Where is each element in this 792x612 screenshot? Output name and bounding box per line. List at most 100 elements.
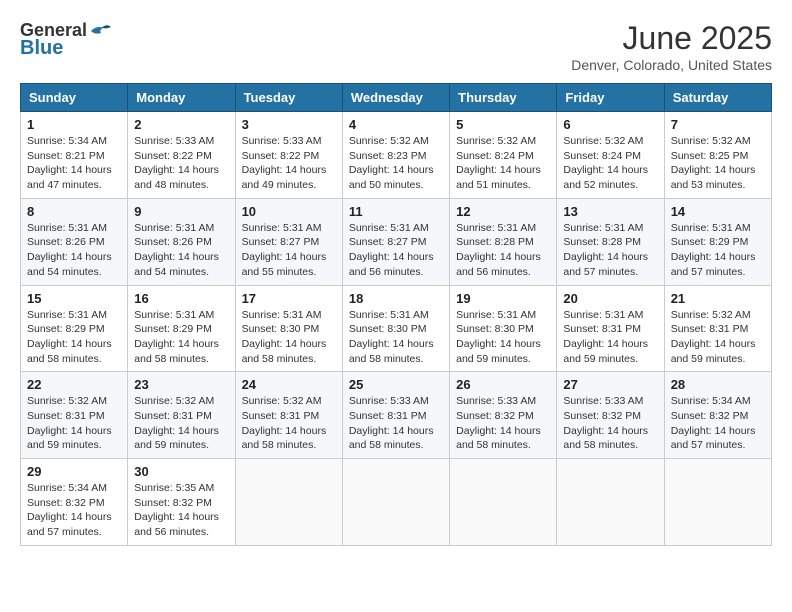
daylight-text: Daylight: 14 hours and 55 minutes. <box>242 251 327 278</box>
day-number: 21 <box>671 291 765 306</box>
calendar-day-cell: 17 Sunrise: 5:31 AM Sunset: 8:30 PM Dayl… <box>235 285 342 372</box>
calendar-week-row: 1 Sunrise: 5:34 AM Sunset: 8:21 PM Dayli… <box>21 112 772 199</box>
day-number: 2 <box>134 117 228 132</box>
calendar-day-cell: 28 Sunrise: 5:34 AM Sunset: 8:32 PM Dayl… <box>664 372 771 459</box>
daylight-text: Daylight: 14 hours and 52 minutes. <box>563 164 648 191</box>
calendar-day-cell: 12 Sunrise: 5:31 AM Sunset: 8:28 PM Dayl… <box>450 198 557 285</box>
sunset-text: Sunset: 8:29 PM <box>134 323 212 335</box>
title-block: June 2025 Denver, Colorado, United State… <box>571 20 772 73</box>
day-info: Sunrise: 5:33 AM Sunset: 8:32 PM Dayligh… <box>456 394 550 453</box>
sunset-text: Sunset: 8:31 PM <box>27 410 105 422</box>
day-number: 30 <box>134 464 228 479</box>
day-number: 14 <box>671 204 765 219</box>
sunset-text: Sunset: 8:27 PM <box>242 236 320 248</box>
day-number: 13 <box>563 204 657 219</box>
day-info: Sunrise: 5:31 AM Sunset: 8:28 PM Dayligh… <box>563 221 657 280</box>
sunrise-text: Sunrise: 5:35 AM <box>134 482 214 494</box>
daylight-text: Daylight: 14 hours and 58 minutes. <box>456 425 541 452</box>
sunrise-text: Sunrise: 5:31 AM <box>456 309 536 321</box>
sunset-text: Sunset: 8:25 PM <box>671 150 749 162</box>
day-number: 23 <box>134 377 228 392</box>
daylight-text: Daylight: 14 hours and 59 minutes. <box>671 338 756 365</box>
sunrise-text: Sunrise: 5:34 AM <box>671 395 751 407</box>
sunrise-text: Sunrise: 5:32 AM <box>27 395 107 407</box>
day-info: Sunrise: 5:32 AM Sunset: 8:31 PM Dayligh… <box>671 308 765 367</box>
calendar-day-cell: 10 Sunrise: 5:31 AM Sunset: 8:27 PM Dayl… <box>235 198 342 285</box>
calendar-day-cell: 30 Sunrise: 5:35 AM Sunset: 8:32 PM Dayl… <box>128 459 235 546</box>
calendar-day-cell: 26 Sunrise: 5:33 AM Sunset: 8:32 PM Dayl… <box>450 372 557 459</box>
calendar-day-cell: 7 Sunrise: 5:32 AM Sunset: 8:25 PM Dayli… <box>664 112 771 199</box>
daylight-text: Daylight: 14 hours and 51 minutes. <box>456 164 541 191</box>
day-number: 3 <box>242 117 336 132</box>
day-number: 11 <box>349 204 443 219</box>
day-number: 5 <box>456 117 550 132</box>
calendar-day-cell: 29 Sunrise: 5:34 AM Sunset: 8:32 PM Dayl… <box>21 459 128 546</box>
day-info: Sunrise: 5:33 AM Sunset: 8:32 PM Dayligh… <box>563 394 657 453</box>
day-info: Sunrise: 5:31 AM Sunset: 8:26 PM Dayligh… <box>134 221 228 280</box>
day-number: 9 <box>134 204 228 219</box>
sunset-text: Sunset: 8:32 PM <box>27 497 105 509</box>
calendar-week-row: 29 Sunrise: 5:34 AM Sunset: 8:32 PM Dayl… <box>21 459 772 546</box>
sunset-text: Sunset: 8:28 PM <box>456 236 534 248</box>
day-info: Sunrise: 5:34 AM Sunset: 8:32 PM Dayligh… <box>671 394 765 453</box>
calendar-day-cell: 27 Sunrise: 5:33 AM Sunset: 8:32 PM Dayl… <box>557 372 664 459</box>
sunset-text: Sunset: 8:30 PM <box>349 323 427 335</box>
day-number: 15 <box>27 291 121 306</box>
daylight-text: Daylight: 14 hours and 59 minutes. <box>456 338 541 365</box>
calendar-day-cell <box>557 459 664 546</box>
sunrise-text: Sunrise: 5:31 AM <box>349 222 429 234</box>
day-number: 16 <box>134 291 228 306</box>
daylight-text: Daylight: 14 hours and 57 minutes. <box>27 511 112 538</box>
sunrise-text: Sunrise: 5:34 AM <box>27 482 107 494</box>
day-info: Sunrise: 5:35 AM Sunset: 8:32 PM Dayligh… <box>134 481 228 540</box>
daylight-text: Daylight: 14 hours and 58 minutes. <box>242 425 327 452</box>
sunset-text: Sunset: 8:28 PM <box>563 236 641 248</box>
sunset-text: Sunset: 8:31 PM <box>349 410 427 422</box>
daylight-text: Daylight: 14 hours and 58 minutes. <box>349 425 434 452</box>
sunset-text: Sunset: 8:22 PM <box>134 150 212 162</box>
day-info: Sunrise: 5:34 AM Sunset: 8:21 PM Dayligh… <box>27 134 121 193</box>
calendar-day-cell: 15 Sunrise: 5:31 AM Sunset: 8:29 PM Dayl… <box>21 285 128 372</box>
day-info: Sunrise: 5:31 AM Sunset: 8:29 PM Dayligh… <box>27 308 121 367</box>
calendar-day-cell: 8 Sunrise: 5:31 AM Sunset: 8:26 PM Dayli… <box>21 198 128 285</box>
calendar-day-cell: 20 Sunrise: 5:31 AM Sunset: 8:31 PM Dayl… <box>557 285 664 372</box>
day-number: 20 <box>563 291 657 306</box>
day-info: Sunrise: 5:32 AM Sunset: 8:31 PM Dayligh… <box>27 394 121 453</box>
day-info: Sunrise: 5:31 AM Sunset: 8:27 PM Dayligh… <box>349 221 443 280</box>
calendar-day-cell: 9 Sunrise: 5:31 AM Sunset: 8:26 PM Dayli… <box>128 198 235 285</box>
sunrise-text: Sunrise: 5:34 AM <box>27 135 107 147</box>
sunset-text: Sunset: 8:30 PM <box>242 323 320 335</box>
calendar-day-cell: 19 Sunrise: 5:31 AM Sunset: 8:30 PM Dayl… <box>450 285 557 372</box>
daylight-text: Daylight: 14 hours and 59 minutes. <box>27 425 112 452</box>
sunset-text: Sunset: 8:22 PM <box>242 150 320 162</box>
daylight-text: Daylight: 14 hours and 58 minutes. <box>134 338 219 365</box>
location-text: Denver, Colorado, United States <box>571 57 772 73</box>
sunrise-text: Sunrise: 5:31 AM <box>27 222 107 234</box>
sunrise-text: Sunrise: 5:31 AM <box>456 222 536 234</box>
day-number: 18 <box>349 291 443 306</box>
logo-bird-icon <box>89 23 111 39</box>
sunrise-text: Sunrise: 5:31 AM <box>671 222 751 234</box>
sunrise-text: Sunrise: 5:33 AM <box>563 395 643 407</box>
day-info: Sunrise: 5:32 AM Sunset: 8:24 PM Dayligh… <box>563 134 657 193</box>
daylight-text: Daylight: 14 hours and 59 minutes. <box>563 338 648 365</box>
day-info: Sunrise: 5:31 AM Sunset: 8:29 PM Dayligh… <box>134 308 228 367</box>
sunset-text: Sunset: 8:23 PM <box>349 150 427 162</box>
day-number: 25 <box>349 377 443 392</box>
calendar-week-row: 15 Sunrise: 5:31 AM Sunset: 8:29 PM Dayl… <box>21 285 772 372</box>
day-number: 24 <box>242 377 336 392</box>
sunset-text: Sunset: 8:31 PM <box>563 323 641 335</box>
calendar-day-cell: 18 Sunrise: 5:31 AM Sunset: 8:30 PM Dayl… <box>342 285 449 372</box>
calendar-week-row: 8 Sunrise: 5:31 AM Sunset: 8:26 PM Dayli… <box>21 198 772 285</box>
sunrise-text: Sunrise: 5:31 AM <box>134 309 214 321</box>
sunrise-text: Sunrise: 5:32 AM <box>349 135 429 147</box>
sunrise-text: Sunrise: 5:32 AM <box>242 395 322 407</box>
sunset-text: Sunset: 8:32 PM <box>563 410 641 422</box>
sunrise-text: Sunrise: 5:31 AM <box>242 222 322 234</box>
sunset-text: Sunset: 8:31 PM <box>671 323 749 335</box>
day-number: 28 <box>671 377 765 392</box>
calendar-day-cell <box>450 459 557 546</box>
day-info: Sunrise: 5:32 AM Sunset: 8:31 PM Dayligh… <box>134 394 228 453</box>
day-of-week-header: Thursday <box>450 84 557 112</box>
sunrise-text: Sunrise: 5:32 AM <box>456 135 536 147</box>
